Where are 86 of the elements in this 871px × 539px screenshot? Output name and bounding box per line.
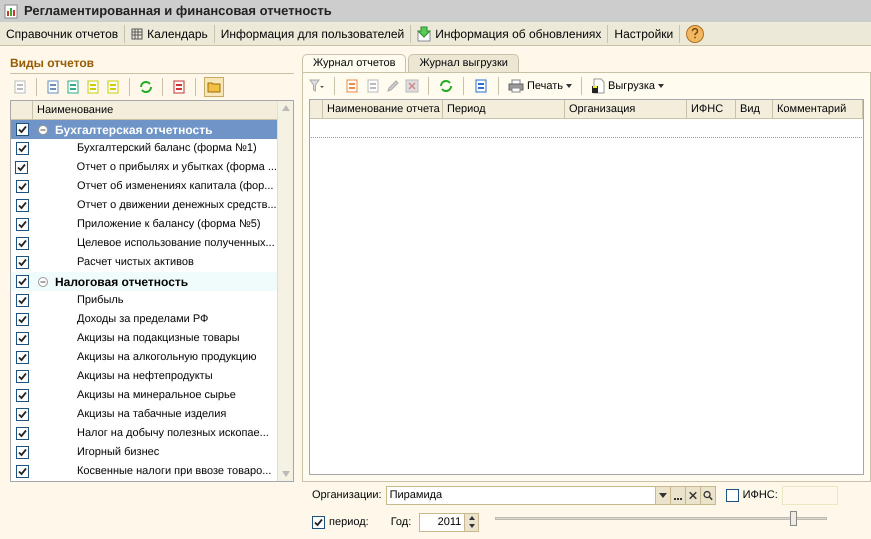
field-label: Организации:	[312, 488, 382, 504]
tab[interactable]: Журнал выгрузки	[408, 54, 519, 72]
tree-item[interactable]: Отчет о движении денежных средств...	[77, 197, 277, 214]
tree-item[interactable]: Акцизы на подакцизные товары	[77, 330, 240, 347]
checkbox[interactable]	[726, 489, 739, 502]
tree-item[interactable]: Расчет чистых активов	[77, 254, 194, 271]
checkbox[interactable]	[16, 332, 28, 345]
menu-button[interactable]: Информация для пользователей	[218, 24, 406, 42]
collapse-icon[interactable]	[38, 124, 48, 134]
organization-field[interactable]: Пирамида	[386, 486, 716, 505]
delete-icon[interactable]	[405, 79, 419, 93]
checkbox[interactable]	[312, 516, 325, 528]
tree-item[interactable]: Отчет о прибылях и убытках (форма ...	[76, 159, 277, 176]
tree-item[interactable]: Отчет об изменениях капитала (фор...	[77, 178, 274, 195]
refresh-icon[interactable]	[438, 78, 454, 94]
checkbox[interactable]	[16, 408, 28, 421]
collapse-icon[interactable]	[38, 276, 48, 286]
help-button[interactable]	[686, 24, 704, 42]
tree-item[interactable]: Косвенные налоги при ввозе товаро...	[77, 463, 272, 480]
checkbox[interactable]	[16, 294, 28, 307]
tree-item[interactable]: Акцизы на минеральное сырье	[77, 387, 236, 404]
print-button[interactable]: Печать	[508, 78, 572, 94]
checkbox[interactable]	[16, 446, 28, 459]
checkbox[interactable]	[16, 142, 28, 155]
tree-row[interactable]: Налоговая отчетность	[11, 272, 277, 291]
ellipsis-icon[interactable]	[670, 487, 685, 504]
tree-item[interactable]: Бухгалтерский баланс (форма №1)	[77, 140, 257, 157]
panel-title: Виды отчетов	[10, 54, 294, 74]
refresh-icon[interactable]	[138, 79, 154, 95]
tree-item[interactable]: Целевое использование полученных...	[77, 235, 275, 252]
column-header[interactable]: Организация	[565, 100, 687, 118]
slider-thumb[interactable]	[790, 511, 798, 526]
question-icon	[691, 28, 700, 39]
checkbox[interactable]	[16, 237, 28, 250]
tree-item[interactable]: Налог на добычу полезных ископае...	[77, 425, 269, 442]
checkbox[interactable]	[16, 351, 28, 364]
checkbox[interactable]	[16, 123, 28, 136]
checkbox[interactable]	[16, 218, 28, 231]
printer-icon	[508, 79, 524, 93]
menu-button[interactable]: Справочник отчетов	[4, 24, 120, 42]
checkbox[interactable]	[16, 180, 28, 193]
year-field[interactable]: 2011	[419, 512, 480, 532]
tree-item[interactable]: Акцизы на табачные изделия	[77, 406, 226, 423]
dropdown-icon[interactable]	[654, 487, 670, 504]
group-label: Бухгалтерская отчетность	[55, 122, 212, 138]
scrollbar[interactable]	[277, 101, 293, 481]
checkbox[interactable]	[16, 427, 28, 440]
checkbox[interactable]	[16, 370, 28, 383]
menu-button[interactable]: Календарь	[129, 24, 210, 42]
tab[interactable]: Журнал отчетов	[302, 54, 406, 72]
checkbox-label: период:	[329, 514, 369, 530]
column-header[interactable]: ИФНС	[687, 100, 736, 118]
checkbox[interactable]	[16, 389, 28, 402]
checkbox[interactable]	[16, 275, 28, 288]
search-icon[interactable]	[700, 487, 715, 504]
menu-button[interactable]: Информация об обновлениях	[415, 24, 604, 42]
spin-icon[interactable]	[464, 514, 478, 530]
column-header[interactable]: Наименование отчета	[323, 100, 443, 118]
calendar-icon	[131, 28, 144, 40]
folder-list-toggle[interactable]	[204, 77, 224, 97]
group-label: Налоговая отчетность	[55, 274, 188, 290]
checkbox[interactable]	[16, 199, 28, 212]
checkbox[interactable]	[16, 256, 28, 269]
tree-item[interactable]: Прибыль	[77, 292, 124, 309]
field-label: Год:	[390, 514, 412, 530]
window-title: Регламентированная и финансовая отчетность	[24, 2, 332, 20]
checkbox[interactable]	[16, 313, 28, 326]
checkbox[interactable]	[15, 161, 28, 174]
checkbox[interactable]	[16, 465, 28, 478]
export-button[interactable]: Выгрузка	[591, 78, 664, 94]
menu-button[interactable]: Настройки	[612, 24, 676, 42]
column-header[interactable]: Вид	[736, 100, 773, 118]
tree-item[interactable]: Игорный бизнес	[77, 444, 160, 461]
ifns-field[interactable]	[782, 486, 838, 505]
folder-icon	[207, 80, 221, 94]
field-label: ИФНС:	[742, 488, 778, 504]
tree-item[interactable]: Акцизы на нефтепродукты	[77, 368, 213, 385]
column-header[interactable]: Период	[443, 100, 565, 118]
chart-icon	[4, 4, 18, 18]
new-document-icon[interactable]	[344, 78, 360, 94]
tree-item[interactable]: Акцизы на алкогольную продукцию	[77, 349, 256, 366]
tree-item[interactable]: Приложение к балансу (форма №5)	[77, 216, 261, 233]
download-icon	[417, 26, 432, 42]
tree-item[interactable]: Доходы за пределами РФ	[77, 311, 208, 328]
clear-icon[interactable]	[684, 487, 700, 504]
column-header[interactable]: Комментарий	[773, 100, 863, 118]
